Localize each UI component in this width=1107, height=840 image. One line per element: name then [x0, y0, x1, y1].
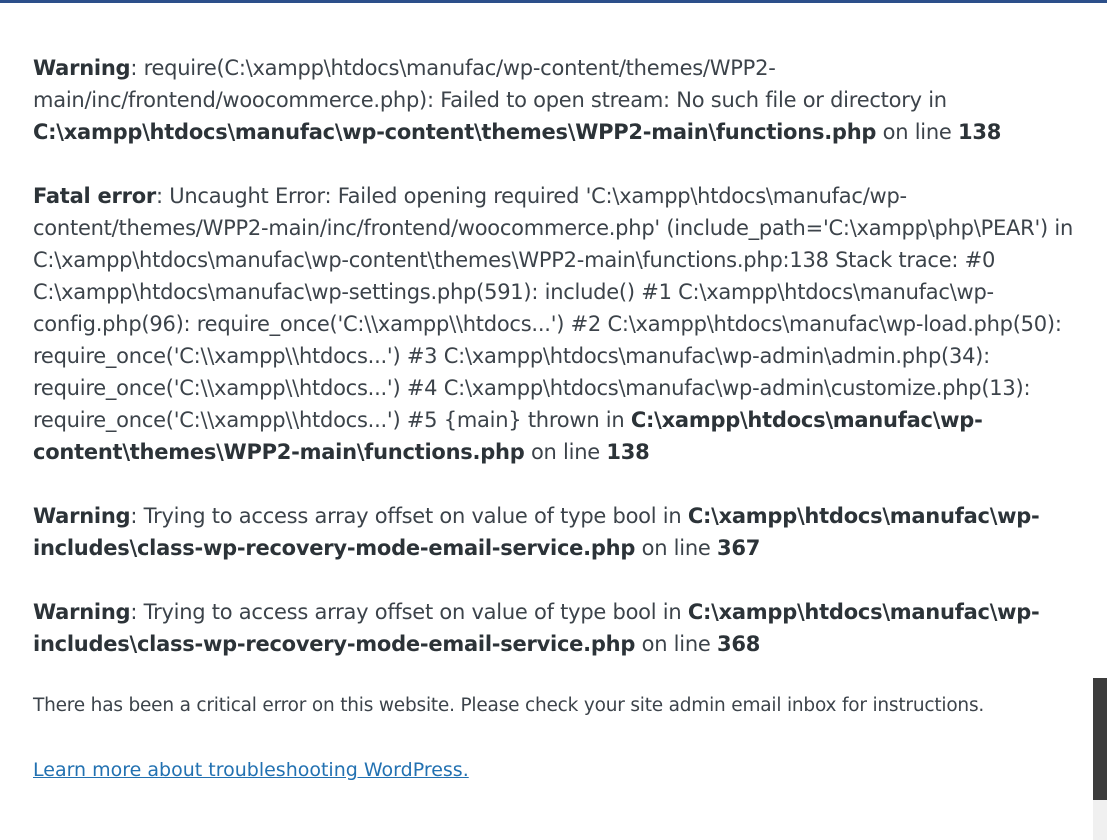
- message-text: : require(C:\xampp\htdocs\manufac/wp-con…: [33, 56, 947, 112]
- php-fatal-error: Fatal error: Uncaught Error: Failed open…: [33, 180, 1073, 468]
- message-text: : Trying to access array offset on value…: [130, 600, 688, 624]
- message-text: : Trying to access array offset on value…: [130, 504, 688, 528]
- message-level-label: Warning: [33, 56, 131, 80]
- window-top-border: [0, 0, 1107, 3]
- php-warning-array-offset-367: Warning: Trying to access array offset o…: [33, 500, 1073, 564]
- php-warning-array-offset-368: Warning: Trying to access array offset o…: [33, 596, 1073, 660]
- message-on-line-text: on line: [635, 632, 718, 656]
- message-on-line-text: on line: [635, 536, 718, 560]
- message-line-number: 138: [606, 440, 650, 464]
- message-level-label: Warning: [33, 600, 131, 624]
- php-warning-require: Warning: require(C:\xampp\htdocs\manufac…: [33, 52, 1073, 148]
- message-level-label: Warning: [33, 504, 131, 528]
- message-on-line-text: on line: [876, 120, 959, 144]
- message-on-line-text: on line: [524, 440, 607, 464]
- message-file-path: C:\xampp\htdocs\manufac\wp-content\theme…: [33, 120, 877, 144]
- message-text: : Uncaught Error: Failed opening require…: [33, 184, 1074, 432]
- message-line-number: 138: [958, 120, 1002, 144]
- vertical-scrollbar-track[interactable]: [1093, 678, 1107, 840]
- message-line-number: 367: [717, 536, 761, 560]
- message-level-label: Fatal error: [33, 184, 156, 208]
- error-page-body: Warning: require(C:\xampp\htdocs\manufac…: [33, 52, 1073, 784]
- troubleshooting-link[interactable]: Learn more about troubleshooting WordPre…: [33, 759, 469, 781]
- message-line-number: 368: [717, 632, 761, 656]
- critical-error-message: There has been a critical error on this …: [33, 695, 985, 716]
- vertical-scrollbar-thumb[interactable]: [1093, 678, 1107, 800]
